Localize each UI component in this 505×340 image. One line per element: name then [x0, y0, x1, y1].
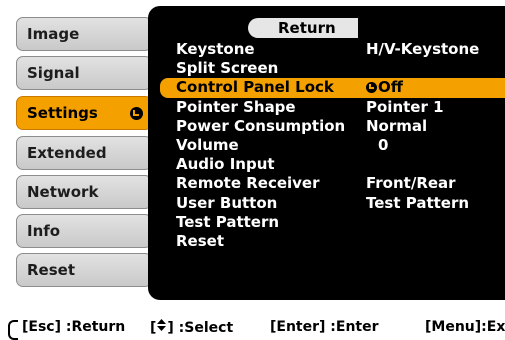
- select-hint: [] :Select: [150, 318, 233, 338]
- setting-row-remote-receiver[interactable]: Remote Receiver Front/Rear: [160, 174, 505, 193]
- return-label: Return: [278, 19, 336, 37]
- menu-item-label: Info: [27, 222, 61, 240]
- setting-value-wrap: Off: [366, 78, 403, 97]
- setting-row-pointer-shape[interactable]: Pointer Shape Pointer 1: [160, 98, 505, 117]
- up-down-arrow-icon: [157, 319, 167, 331]
- setting-row-split-screen[interactable]: Split Screen: [160, 59, 505, 78]
- setting-row-volume[interactable]: Volume 0: [160, 136, 505, 155]
- setting-value: Test Pattern: [366, 193, 470, 212]
- setting-label: Volume: [176, 135, 239, 154]
- menu-item-signal[interactable]: Signal: [16, 56, 152, 90]
- menu-item-image[interactable]: Image: [16, 17, 152, 51]
- setting-label: Remote Receiver: [176, 174, 320, 193]
- menu-item-network[interactable]: Network: [16, 175, 152, 209]
- select-hint-suffix: ] :Select: [167, 320, 234, 336]
- menu-item-extended[interactable]: Extended: [16, 136, 152, 170]
- menu-item-label: Extended: [27, 144, 107, 162]
- return-button[interactable]: Return: [248, 18, 358, 38]
- setting-row-power-consumption[interactable]: Power Consumption Normal: [160, 117, 505, 136]
- setting-label: Reset: [176, 231, 224, 250]
- setting-label: User Button: [176, 193, 278, 212]
- menu-item-label: Network: [27, 183, 99, 201]
- enter-hint: [Enter] :Enter: [270, 319, 379, 335]
- setting-label: Test Pattern: [176, 212, 280, 231]
- menu-item-label: Settings: [27, 104, 98, 122]
- menu-item-info[interactable]: Info: [16, 214, 152, 248]
- menu-item-label: Signal: [27, 64, 80, 82]
- setting-value: Front/Rear: [366, 174, 456, 193]
- setting-row-test-pattern[interactable]: Test Pattern: [160, 213, 505, 232]
- setting-row-keystone[interactable]: Keystone H/V-Keystone: [160, 40, 505, 59]
- setting-row-reset[interactable]: Reset: [160, 232, 505, 251]
- setting-row-user-button[interactable]: User Button Test Pattern: [160, 194, 505, 213]
- setting-value: Pointer 1: [366, 97, 444, 116]
- setting-label: Pointer Shape: [176, 97, 296, 116]
- setting-label: Audio Input: [176, 155, 275, 174]
- menu-item-label: Image: [27, 25, 80, 43]
- setting-value: H/V-Keystone: [366, 40, 480, 58]
- enter-icon: [366, 82, 377, 94]
- setting-label: Power Consumption: [176, 116, 346, 135]
- setting-label: Control Panel Lock: [176, 78, 334, 97]
- menu-item-settings[interactable]: Settings: [16, 96, 152, 130]
- setting-value: Normal: [366, 116, 428, 135]
- setting-label: Split Screen: [176, 59, 279, 78]
- menu-hint: [Menu]:Exit: [425, 319, 505, 335]
- esc-hint: [Esc] :Return: [22, 319, 126, 335]
- setting-row-audio-input[interactable]: Audio Input: [160, 155, 505, 174]
- enter-icon: [130, 107, 143, 120]
- menu-item-reset[interactable]: Reset: [16, 253, 152, 287]
- setting-label: Keystone: [176, 40, 255, 58]
- main-menu: Image Signal Settings Extended Network I…: [0, 0, 152, 300]
- settings-list: Keystone H/V-Keystone Split Screen Contr…: [160, 40, 505, 251]
- setting-value: 0: [378, 135, 389, 154]
- menu-item-label: Reset: [27, 261, 75, 279]
- setting-row-control-panel-lock[interactable]: Control Panel Lock Off: [160, 78, 505, 98]
- key-guide: [Esc] :Return [] :Select [Enter] :Enter …: [8, 318, 505, 340]
- setting-value: Off: [378, 78, 403, 97]
